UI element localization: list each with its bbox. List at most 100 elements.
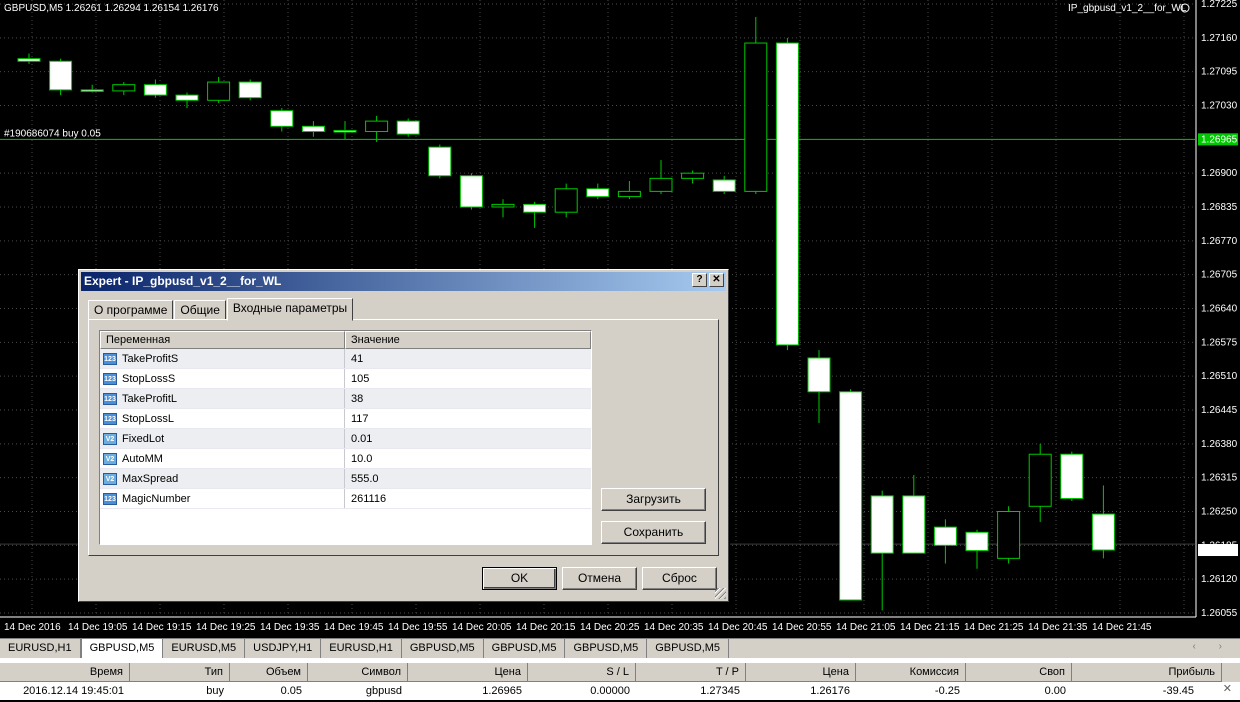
price-axis-label: 1.26900 bbox=[1201, 168, 1238, 179]
terminal-column-header[interactable]: Время bbox=[0, 663, 130, 682]
cancel-button[interactable]: Отмена bbox=[562, 567, 637, 590]
candle-body bbox=[1060, 453, 1084, 499]
price-axis-label: 1.26055 bbox=[1201, 608, 1238, 619]
candle-body bbox=[49, 60, 73, 91]
order-cell: 0.00 bbox=[1044, 685, 1066, 697]
param-row[interactable]: 123 StopLossL 117 bbox=[100, 409, 591, 429]
candle-body bbox=[839, 391, 863, 601]
symbol-tab[interactable]: USDJPY,H1 bbox=[245, 639, 322, 658]
time-axis-label: 14 Dec 20:05 bbox=[452, 622, 512, 633]
time-axis-label: 14 Dec 19:05 bbox=[68, 622, 128, 633]
terminal-column-header[interactable]: Символ bbox=[308, 663, 408, 682]
symbol-tab[interactable]: EURUSD,H1 bbox=[0, 639, 81, 658]
param-type-icon: V2 bbox=[103, 432, 117, 445]
grid-rows: 123 TakeProfitS 41 123 StopLossS 105 123 TakePr… bbox=[100, 349, 591, 509]
price-axis-label: 1.26965 bbox=[1201, 134, 1238, 145]
terminal-column-header[interactable]: Тип bbox=[130, 663, 230, 682]
param-name-cell: 123 TakeProfitL bbox=[100, 389, 345, 408]
param-value[interactable]: 0.01 bbox=[345, 429, 372, 448]
ea-label: IP_gbpusd_v1_2__for_WL bbox=[1068, 3, 1187, 14]
terminal-column-header[interactable]: T / P bbox=[636, 663, 746, 682]
param-row[interactable]: 123 TakeProfitL 38 bbox=[100, 389, 591, 409]
symbol-tab[interactable]: GBPUSD,M5 bbox=[647, 639, 730, 658]
tab-about[interactable]: О программе bbox=[88, 300, 174, 320]
param-row[interactable]: 123 TakeProfitS 41 bbox=[100, 349, 591, 369]
candle-body bbox=[301, 125, 325, 133]
params-grid[interactable]: Переменная Значение 123 TakeProfitS 41 123 S… bbox=[99, 330, 592, 545]
param-value[interactable]: 261116 bbox=[345, 489, 386, 508]
tab-scroll-arrows-icon[interactable]: ‹ › bbox=[1193, 641, 1232, 652]
close-order-icon[interactable]: ✕ bbox=[1223, 682, 1232, 695]
terminal-column-header[interactable]: S / L bbox=[528, 663, 636, 682]
symbol-tab[interactable]: GBPUSD,M5 bbox=[565, 639, 648, 658]
param-row[interactable]: 123 StopLossS 105 bbox=[100, 369, 591, 389]
ok-button[interactable]: OK bbox=[482, 567, 557, 590]
terminal-column-header[interactable]: Прибыль bbox=[1072, 663, 1222, 682]
candle-body bbox=[270, 110, 294, 127]
time-axis-label: 14 Dec 20:25 bbox=[580, 622, 640, 633]
param-name-cell: 123 StopLossL bbox=[100, 409, 345, 428]
close-button[interactable]: ✕ bbox=[709, 273, 724, 287]
symbol-tab[interactable]: GBPUSD,M5 bbox=[483, 639, 566, 658]
symbol-tab[interactable]: GBPUSD,M5 bbox=[401, 639, 484, 658]
candle-body bbox=[933, 526, 957, 546]
param-row[interactable]: V2 AutoMM 10.0 bbox=[100, 449, 591, 469]
header-variable[interactable]: Переменная bbox=[100, 331, 345, 349]
order-cell: 2016.12.14 19:45:01 bbox=[23, 685, 124, 697]
terminal-column-header[interactable]: Своп bbox=[966, 663, 1072, 682]
candle-body bbox=[17, 58, 41, 62]
dialog-titlebar[interactable]: Expert - IP_gbpusd_v1_2__for_WL bbox=[81, 272, 726, 291]
tab-common[interactable]: Общие bbox=[174, 300, 226, 320]
time-axis-label: 14 Dec 19:45 bbox=[324, 622, 384, 633]
param-row[interactable]: V2 MaxSpread 555.0 bbox=[100, 469, 591, 489]
order-cell: 1.26965 bbox=[482, 685, 522, 697]
order-row[interactable]: 2016.12.14 19:45:01 buy 0.05 gbpusd 1.26965 0… bbox=[0, 682, 1240, 702]
price-axis-label: 1.27095 bbox=[1201, 67, 1238, 78]
candle-body bbox=[649, 177, 673, 192]
param-name-cell: V2 FixedLot bbox=[100, 429, 345, 448]
symbol-tab[interactable]: EURUSD,H1 bbox=[321, 639, 402, 658]
param-value[interactable]: 555.0 bbox=[345, 469, 379, 488]
candle-body bbox=[586, 188, 610, 198]
param-value[interactable]: 41 bbox=[345, 349, 363, 368]
terminal-column-header[interactable]: Цена bbox=[746, 663, 856, 682]
candle-body bbox=[902, 495, 926, 554]
candle-body bbox=[997, 511, 1021, 559]
save-button[interactable]: Сохранить bbox=[601, 521, 706, 544]
candle-body bbox=[333, 129, 357, 133]
terminal-column-header[interactable]: Цена bbox=[408, 663, 528, 682]
param-name: AutoMM bbox=[122, 452, 163, 465]
tab-inputs[interactable]: Входные параметры bbox=[226, 298, 354, 321]
param-name: FixedLot bbox=[122, 432, 165, 445]
candle-body bbox=[1091, 513, 1115, 551]
param-row[interactable]: V2 FixedLot 0.01 bbox=[100, 429, 591, 449]
resize-grip-icon[interactable] bbox=[715, 588, 726, 599]
symbol-tab[interactable]: GBPUSD,M5 bbox=[80, 639, 164, 658]
param-type-icon: 123 bbox=[103, 412, 117, 425]
param-name-cell: V2 AutoMM bbox=[100, 449, 345, 468]
terminal-column-header[interactable]: Комиссия bbox=[856, 663, 966, 682]
candle-body bbox=[807, 357, 831, 393]
param-value[interactable]: 38 bbox=[345, 389, 363, 408]
reset-button[interactable]: Сброс bbox=[642, 567, 717, 590]
help-button[interactable]: ? bbox=[692, 273, 707, 287]
param-type-icon: 123 bbox=[103, 392, 117, 405]
param-row[interactable]: 123 MagicNumber 261116 bbox=[100, 489, 591, 509]
header-value[interactable]: Значение bbox=[345, 331, 591, 349]
candle-body bbox=[143, 84, 167, 96]
candle-body bbox=[681, 172, 705, 179]
candle-body bbox=[554, 188, 578, 213]
param-value[interactable]: 105 bbox=[345, 369, 369, 388]
candle-body bbox=[617, 190, 641, 198]
order-cell: buy bbox=[206, 685, 224, 697]
candle-body bbox=[744, 42, 768, 192]
param-name-cell: 123 StopLossS bbox=[100, 369, 345, 388]
param-type-icon: 123 bbox=[103, 372, 117, 385]
time-axis-label: 14 Dec 21:15 bbox=[900, 622, 960, 633]
terminal-column-header[interactable]: Объем bbox=[230, 663, 308, 682]
param-value[interactable]: 117 bbox=[345, 409, 369, 428]
symbol-tab[interactable]: EURUSD,M5 bbox=[163, 639, 246, 658]
candle-body bbox=[238, 81, 262, 99]
load-button[interactable]: Загрузить bbox=[601, 488, 706, 511]
param-value[interactable]: 10.0 bbox=[345, 449, 372, 468]
